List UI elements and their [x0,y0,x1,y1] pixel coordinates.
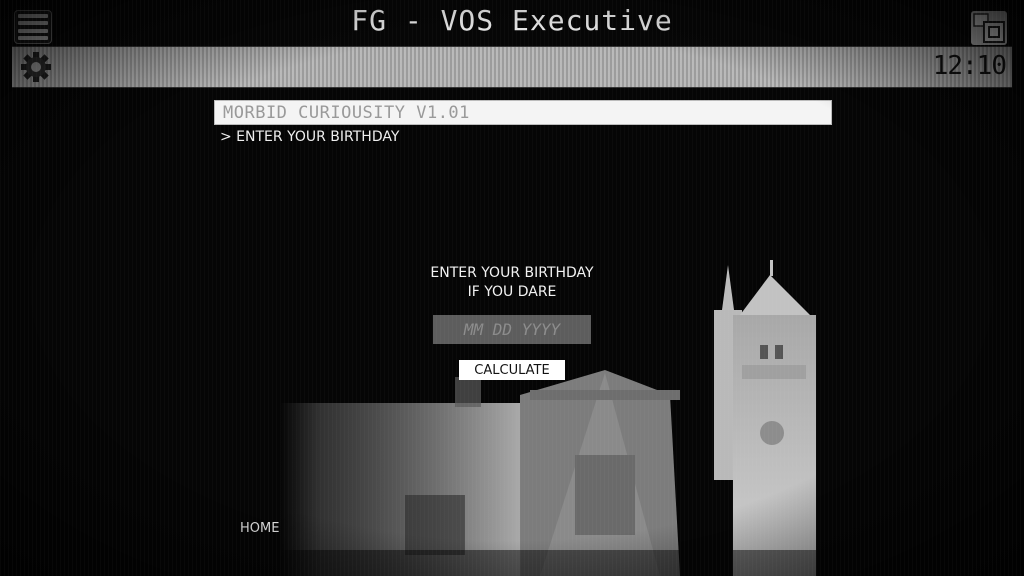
window-title: FG - VOS Executive [351,4,673,37]
app-title: MORBID CURIOUSITY V1.01 [223,103,470,123]
app-header: MORBID CURIOUSITY V1.01 [214,100,832,125]
title-bar: FG - VOS Executive [0,0,1024,46]
status-bar: 12:10 [12,46,1012,88]
home-link[interactable]: HOME [240,521,279,536]
birthday-input[interactable] [433,315,591,344]
window-cascade-icon[interactable] [970,10,1008,46]
church-silhouette-image [230,260,830,576]
breadcrumb: > ENTER YOUR BIRTHDAY [220,129,400,145]
birthday-prompt: ENTER YOUR BIRTHDAY IF YOU DARE [380,264,644,302]
prompt-line-1: ENTER YOUR BIRTHDAY [430,265,594,281]
prompt-line-2: IF YOU DARE [467,284,557,300]
clock: 12:10 [932,51,1007,81]
calculate-button[interactable]: CALCULATE [459,360,565,380]
gear-icon[interactable] [20,51,52,83]
